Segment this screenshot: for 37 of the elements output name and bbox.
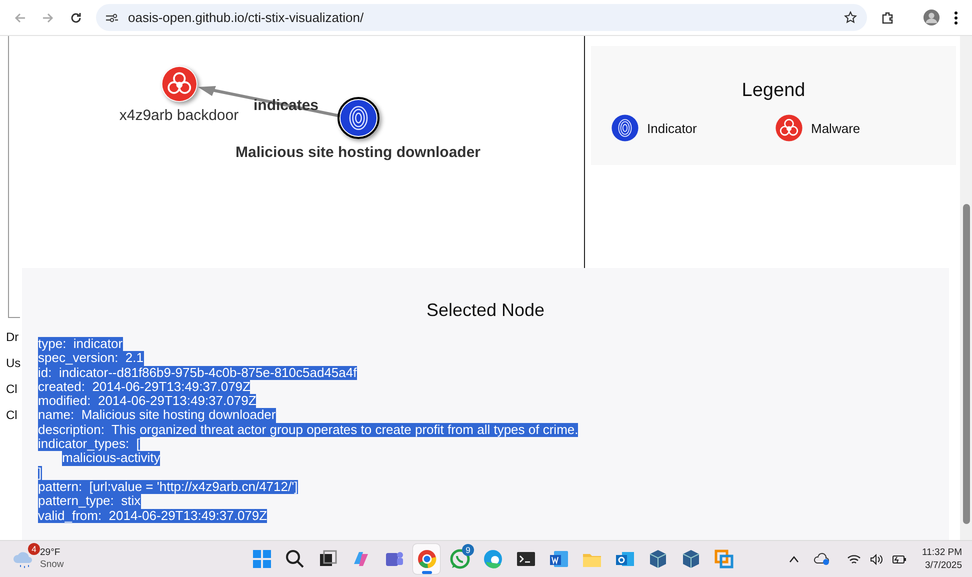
node-label: x4z9arb backdoor	[119, 107, 239, 124]
clock-time[interactable]: 11:32 PM	[922, 546, 962, 559]
star-icon[interactable]	[844, 11, 857, 24]
wifi-icon[interactable]	[847, 554, 862, 564]
node-label: Malicious site hosting downloader	[235, 144, 481, 161]
temperature-text: 29°F	[40, 547, 62, 559]
clock-date[interactable]: 3/7/2025	[925, 559, 962, 572]
scrollbar[interactable]	[960, 36, 972, 540]
menu-icon[interactable]	[954, 10, 958, 24]
biohazard-node[interactable]	[161, 66, 197, 102]
extensions-icon[interactable]	[881, 10, 895, 24]
bracket-text: ]	[38, 466, 42, 480]
site-settings-icon[interactable]	[106, 12, 118, 22]
legend-label: Malware	[811, 120, 860, 136]
notification-badge: 9	[462, 544, 474, 556]
page-text: Cl	[6, 408, 18, 422]
speaker-icon[interactable]	[870, 554, 884, 564]
page-text: Us	[6, 356, 21, 370]
notification-badge: 4	[28, 543, 40, 555]
page-text: Dr	[6, 330, 19, 344]
cloud-icon[interactable]	[814, 552, 830, 566]
chrome-icon[interactable]	[413, 544, 440, 574]
biohazard-icon	[775, 114, 803, 142]
scroll-thumb[interactable]	[963, 204, 970, 524]
legend-title: Legend	[742, 80, 806, 102]
page-text: Cl	[6, 382, 18, 396]
panel-title: Selected Node	[425, 300, 546, 321]
weather-text: Snow	[40, 559, 64, 571]
reload-icon[interactable]	[70, 12, 82, 24]
address-bar[interactable]: oasis-open.github.io/cti-stix-visualization/	[96, 4, 867, 31]
chevron-up-icon[interactable]	[789, 555, 800, 563]
avatar-icon[interactable]	[923, 9, 940, 26]
battery-icon[interactable]	[892, 554, 908, 564]
fingerprint-icon	[611, 114, 639, 142]
fingerprint-node[interactable]	[339, 99, 377, 137]
legend-label: Indicator	[647, 120, 697, 136]
url-text: oasis-open.github.io/cti-stix-visualization/	[128, 10, 365, 25]
